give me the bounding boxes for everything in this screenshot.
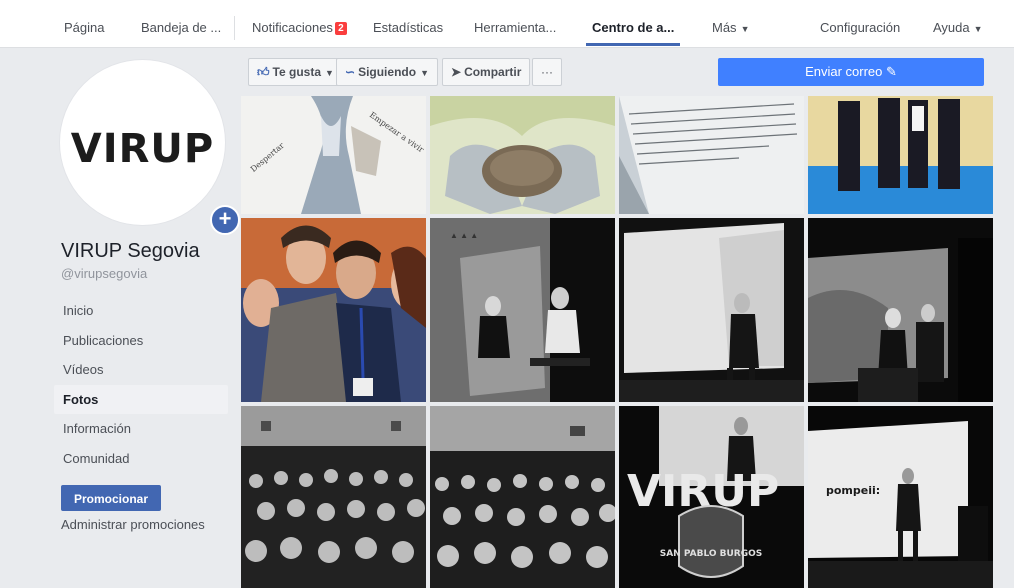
- tab-label: Herramienta...: [474, 20, 557, 35]
- follow-button[interactable]: ∽ Siguiendo ▼: [336, 58, 438, 86]
- pencil-icon: ✎: [886, 64, 897, 79]
- photo-tile[interactable]: [241, 406, 426, 588]
- photo-tile[interactable]: [619, 96, 804, 214]
- tab-configuracion[interactable]: Configuración: [820, 0, 900, 48]
- tab-notificaciones[interactable]: Notificaciones 2: [252, 0, 347, 48]
- sidebar-nav: Inicio Publicaciones Vídeos Fotos Inform…: [54, 296, 228, 473]
- promote-button[interactable]: Promocionar: [61, 485, 162, 511]
- tab-herramientas[interactable]: Herramienta...: [474, 0, 556, 48]
- photo-illustration-girl: Despertar Empezar a vivir: [241, 96, 426, 214]
- page-right-gutter: [1000, 48, 1014, 588]
- photo-tile[interactable]: Despertar Empezar a vivir: [241, 96, 426, 214]
- share-label: Compartir: [464, 65, 522, 79]
- photo-tile[interactable]: VIRUP SAN PABLO BURGOS: [619, 406, 804, 588]
- photo-group-stage: [808, 96, 993, 214]
- page-action-bar: 👍︎ Te gusta ▼ ∽ Siguiendo ▼ ➤ Compartir ··· E…: [242, 56, 994, 88]
- page-title[interactable]: VIRUP Segovia: [61, 240, 200, 263]
- tab-label: Ayuda: [933, 20, 970, 35]
- caret-down-icon: ▼: [325, 68, 334, 78]
- tab-mas[interactable]: Más ▼: [712, 0, 749, 48]
- thumbs-up-icon: 👍︎: [257, 65, 270, 79]
- photo-tile[interactable]: [241, 218, 426, 402]
- share-button[interactable]: ➤ Compartir: [442, 58, 531, 86]
- manage-promotions-link[interactable]: Administrar promociones: [61, 517, 205, 532]
- caret-down-icon: ▼: [973, 24, 983, 34]
- tab-label: Más: [712, 20, 737, 35]
- rss-icon: ∽: [345, 65, 356, 79]
- photo-speaker-podium: [808, 218, 993, 402]
- more-actions-button[interactable]: ···: [532, 58, 562, 86]
- photo-grid: Despertar Empezar a vivir ▲ ▲ ▲ VIRUP SA…: [241, 96, 993, 588]
- tab-label: Página: [64, 20, 105, 35]
- tab-label: Bandeja de ...: [141, 20, 222, 35]
- nav-divider: [234, 16, 235, 40]
- photo-tile[interactable]: [808, 218, 993, 402]
- add-photo-icon[interactable]: +: [210, 205, 240, 235]
- caret-down-icon: ▼: [420, 68, 429, 78]
- photo-tile[interactable]: [430, 96, 615, 214]
- sidebar-item-informacion[interactable]: Información: [54, 414, 228, 444]
- profile-logo: VIRUP: [70, 126, 215, 172]
- share-arrow-icon: ➤: [451, 65, 462, 79]
- photo-audience-1: [241, 406, 426, 588]
- sidebar-item-videos[interactable]: Vídeos: [54, 355, 228, 385]
- photo-stage-interview: ▲ ▲ ▲: [430, 218, 615, 402]
- tab-label: Centro de a...: [592, 20, 675, 35]
- page-top-nav: Página Bandeja de ... Notificaciones 2 Es…: [0, 0, 1014, 48]
- photo-tile[interactable]: ▲ ▲ ▲: [430, 218, 615, 402]
- notification-badge: 2: [334, 22, 347, 35]
- profile-picture[interactable]: VIRUP +: [60, 60, 240, 235]
- tab-ayuda[interactable]: Ayuda ▼: [933, 0, 983, 48]
- photo-badge-text: SAN PABLO BURGOS: [660, 549, 763, 559]
- tab-label: Estadísticas: [373, 20, 444, 35]
- tab-label: Configuración: [820, 20, 901, 35]
- photo-group-selfie: [241, 218, 426, 402]
- like-label: Te gusta: [272, 65, 321, 79]
- photo-tile[interactable]: [619, 218, 804, 402]
- sidebar-item-inicio[interactable]: Inicio: [54, 296, 228, 326]
- photo-hands-soil: [430, 96, 615, 214]
- photo-tile[interactable]: [430, 406, 615, 588]
- send-label: Enviar correo: [805, 64, 883, 79]
- svg-text:▲ ▲ ▲: ▲ ▲ ▲: [450, 231, 478, 240]
- photo-tile[interactable]: [808, 96, 993, 214]
- send-email-button[interactable]: Enviar correo ✎: [718, 58, 984, 86]
- page-sidebar: VIRUP + VIRUP Segovia @virupsegovia Inic…: [40, 48, 240, 588]
- page-username[interactable]: @virupsegovia: [61, 266, 147, 281]
- like-button[interactable]: 👍︎ Te gusta ▼: [248, 58, 343, 86]
- photo-virup-stage: VIRUP SAN PABLO BURGOS: [619, 406, 804, 588]
- follow-label: Siguiendo: [358, 65, 417, 79]
- tab-pagina[interactable]: Página: [64, 0, 104, 48]
- tab-bandeja[interactable]: Bandeja de ...: [141, 0, 221, 48]
- photo-tile[interactable]: pompeii:: [808, 406, 993, 588]
- sidebar-item-fotos[interactable]: Fotos: [54, 384, 228, 414]
- photo-speaker-screen: [619, 218, 804, 402]
- tab-centro-actividad[interactable]: Centro de a...: [585, 0, 681, 48]
- photo-pompeii-speaker: pompeii:: [808, 406, 993, 588]
- sidebar-item-publicaciones[interactable]: Publicaciones: [54, 326, 228, 356]
- photo-pompeii-text: pompeii:: [826, 484, 880, 497]
- tab-estadisticas[interactable]: Estadísticas: [373, 0, 443, 48]
- sidebar-item-comunidad[interactable]: Comunidad: [54, 444, 228, 474]
- caret-down-icon: ▼: [740, 24, 750, 34]
- photo-book-page: [619, 96, 804, 214]
- tab-label: Notificaciones: [252, 20, 333, 35]
- photo-audience-2: [430, 406, 615, 588]
